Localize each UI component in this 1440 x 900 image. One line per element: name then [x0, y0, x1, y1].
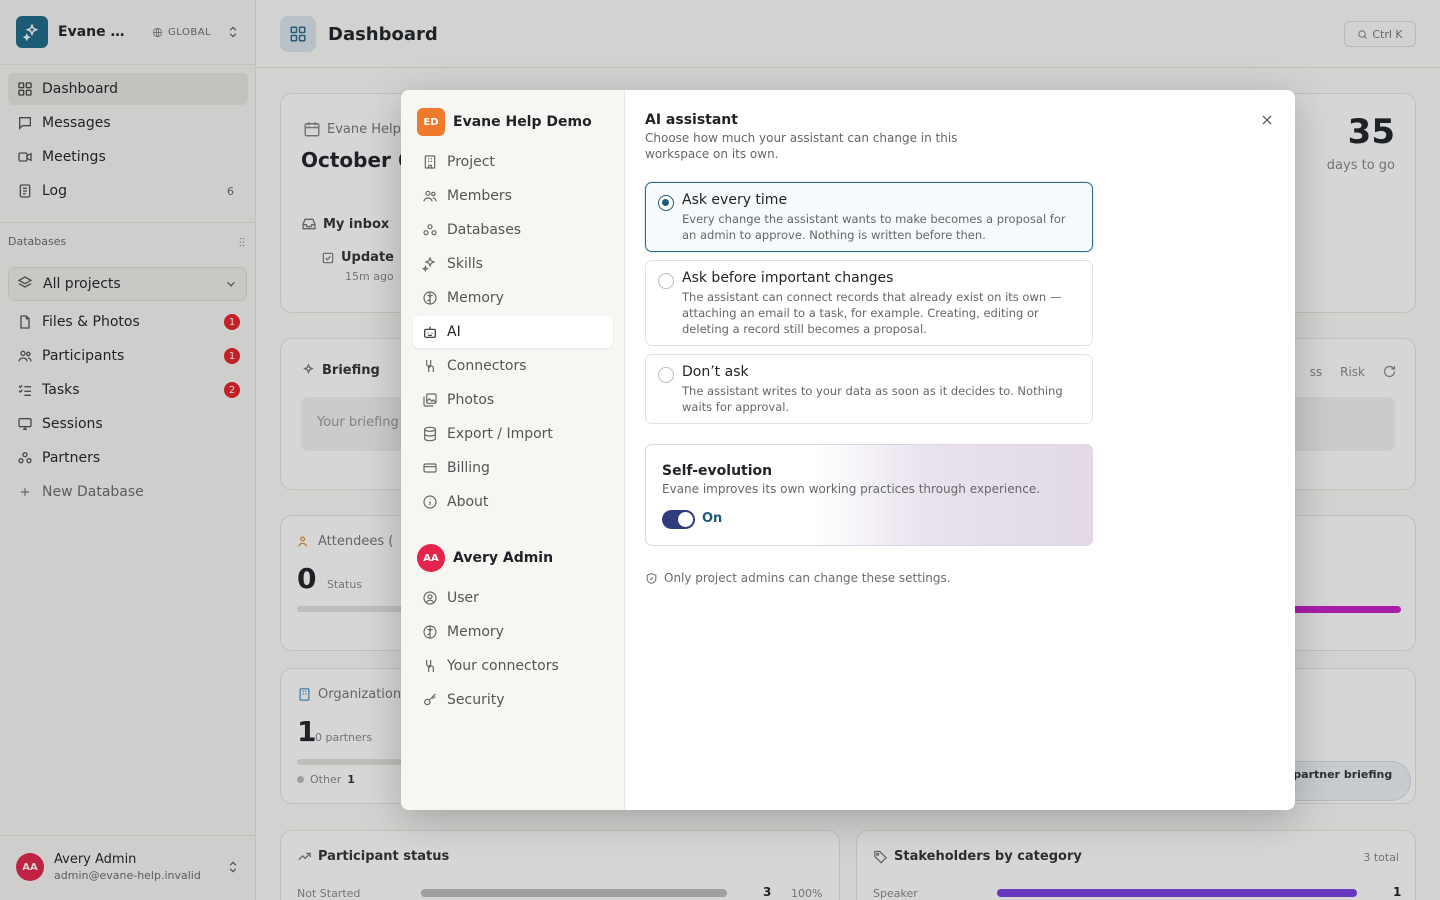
settings-item-label: About: [447, 494, 489, 510]
option-title: Don’t ask: [682, 364, 749, 380]
settings-item-label: AI: [447, 324, 461, 340]
workspace-avatar: ED: [417, 108, 445, 136]
info-icon: [421, 493, 439, 511]
settings-item-label: Photos: [447, 392, 495, 408]
settings-item-label: Databases: [447, 222, 522, 238]
close-icon[interactable]: [1257, 110, 1277, 130]
admin-note: Only project admins can change these set…: [645, 571, 951, 585]
settings-item-label: Billing: [447, 460, 490, 476]
settings-item-members[interactable]: Members: [413, 180, 613, 212]
settings-item-user[interactable]: User: [413, 582, 613, 614]
settings-item-label: Connectors: [447, 358, 527, 374]
settings-item-connectors[interactable]: Connectors: [413, 350, 613, 382]
shield-check-icon: [645, 572, 658, 585]
connectors-icon: [421, 357, 439, 375]
brain-icon: [421, 289, 439, 307]
toggle-state-label: On: [702, 511, 723, 526]
settings-item-label: Members: [447, 188, 512, 204]
settings-item-label: Memory: [447, 624, 504, 640]
settings-item-memory[interactable]: Memory: [413, 282, 613, 314]
settings-item-label: Export / Import: [447, 426, 553, 442]
workspace-name: Evane Help Demo: [453, 114, 592, 130]
user-circle-icon: [421, 589, 439, 607]
settings-item-label: Skills: [447, 256, 483, 272]
settings-item-label: Project: [447, 154, 495, 170]
settings-sidebar: ED Evane Help Demo Project Members Datab…: [401, 90, 625, 810]
brain-icon: [421, 623, 439, 641]
settings-item-export-import[interactable]: Export / Import: [413, 418, 613, 450]
settings-user-header: AA Avery Admin: [417, 544, 553, 572]
settings-item-ai[interactable]: AI: [413, 316, 613, 348]
members-icon: [421, 187, 439, 205]
self-evolution-card: Self-evolution Evane improves its own wo…: [645, 444, 1093, 546]
admin-note-text: Only project admins can change these set…: [664, 571, 951, 585]
ai-settings-panel: AI assistant Choose how much your assist…: [645, 90, 1285, 810]
option-description: The assistant can connect records that a…: [682, 290, 1062, 336]
panel-title: AI assistant: [645, 112, 738, 128]
settings-item-label: Security: [447, 692, 505, 708]
settings-dialog: ED Evane Help Demo Project Members Datab…: [401, 90, 1295, 810]
robot-icon: [421, 323, 439, 341]
databases-icon: [421, 221, 439, 239]
settings-item-about[interactable]: About: [413, 486, 613, 518]
option-dont-ask[interactable]: Don’t ask The assistant writes to your d…: [645, 354, 1093, 424]
sparkles-icon: [421, 255, 439, 273]
settings-item-billing[interactable]: Billing: [413, 452, 613, 484]
option-ask-every-time[interactable]: Ask every time Every change the assistan…: [645, 182, 1093, 252]
radio-dont-ask[interactable]: [658, 367, 674, 383]
settings-item-photos[interactable]: Photos: [413, 384, 613, 416]
settings-item-your-connectors[interactable]: Your connectors: [413, 650, 613, 682]
photos-icon: [421, 391, 439, 409]
settings-workspace-header: ED Evane Help Demo: [417, 108, 592, 136]
self-evolution-toggle[interactable]: [662, 510, 695, 529]
workspace-settings-list: Project Members Databases Skills Memory …: [413, 146, 613, 520]
settings-item-project[interactable]: Project: [413, 146, 613, 178]
option-description: Every change the assistant wants to make…: [682, 212, 1066, 242]
self-evolution-title: Self-evolution: [662, 463, 773, 479]
radio-ask-before-important[interactable]: [658, 273, 674, 289]
user-settings-list: User Memory Your connectors Security: [413, 582, 613, 718]
option-title: Ask every time: [682, 192, 788, 208]
settings-item-skills[interactable]: Skills: [413, 248, 613, 280]
settings-item-security[interactable]: Security: [413, 684, 613, 716]
option-ask-before-important[interactable]: Ask before important changes The assista…: [645, 260, 1093, 346]
settings-item-label: User: [447, 590, 479, 606]
key-icon: [421, 691, 439, 709]
settings-item-label: Your connectors: [447, 658, 559, 674]
option-title: Ask before important changes: [682, 270, 894, 286]
settings-item-user-memory[interactable]: Memory: [413, 616, 613, 648]
panel-description: Choose how much your assistant can chang…: [645, 131, 958, 161]
building-icon: [421, 153, 439, 171]
card-icon: [421, 459, 439, 477]
radio-ask-every-time[interactable]: [658, 195, 674, 211]
settings-item-databases[interactable]: Databases: [413, 214, 613, 246]
settings-item-label: Memory: [447, 290, 504, 306]
connectors-icon: [421, 657, 439, 675]
user-name: Avery Admin: [453, 550, 554, 566]
self-evolution-description: Evane improves its own working practices…: [662, 482, 1041, 496]
database-export-icon: [421, 425, 439, 443]
option-description: The assistant writes to your data as soo…: [682, 384, 1063, 414]
avatar: AA: [417, 544, 445, 572]
